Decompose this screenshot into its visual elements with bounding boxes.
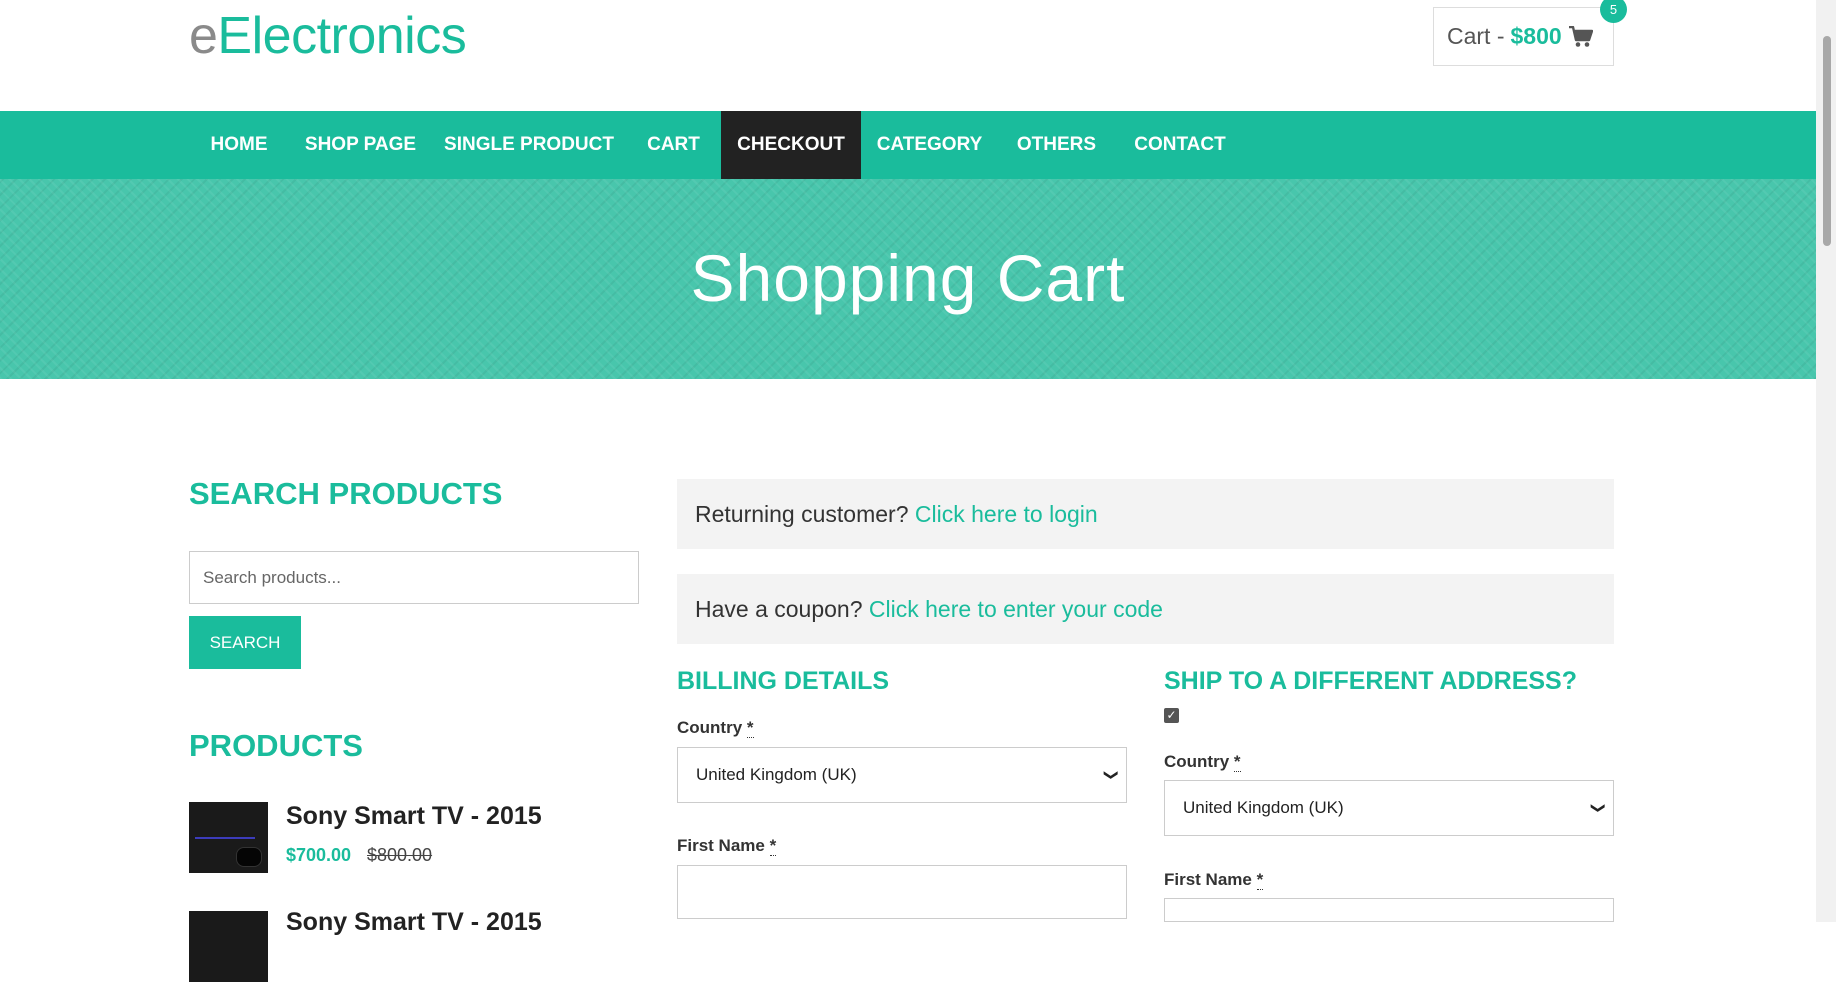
logo-prefix: e <box>189 7 218 65</box>
checkmark-icon: ✓ <box>1166 708 1177 722</box>
shipping-first-name-label-text: First Name <box>1164 870 1252 889</box>
nav-item-home[interactable]: HOME <box>189 111 289 179</box>
nav-item-category[interactable]: CATEGORY <box>861 111 998 179</box>
coupon-text: Have a coupon? <box>695 596 863 622</box>
billing-country-label-text: Country <box>677 718 743 737</box>
shipping-country-select[interactable]: United Kingdom (UK) ❯ <box>1164 780 1614 836</box>
products-widget-title: PRODUCTS <box>189 728 363 763</box>
login-link[interactable]: Click here to login <box>915 501 1098 527</box>
shipping-first-name-label: First Name * <box>1164 870 1264 890</box>
billing-first-name-label: First Name * <box>677 836 777 856</box>
ship-different-address-title: SHIP TO A DIFFERENT ADDRESS? <box>1164 667 1578 695</box>
billing-country-select[interactable]: United Kingdom (UK) ❯ <box>677 747 1127 803</box>
console-highlight <box>195 837 255 839</box>
returning-customer-text: Returning customer? <box>695 501 909 527</box>
main-nav: HOME SHOP PAGE SINGLE PRODUCT CART CHECK… <box>0 111 1816 179</box>
required-mark: * <box>746 718 754 738</box>
search-input[interactable] <box>189 551 639 604</box>
product-thumbnail[interactable] <box>189 802 268 873</box>
required-mark: * <box>1233 752 1241 772</box>
shipping-country-value: United Kingdom (UK) <box>1183 798 1344 817</box>
product-name[interactable]: Sony Smart TV - 2015 <box>286 802 542 831</box>
shipping-country-label-text: Country <box>1164 752 1230 771</box>
billing-country-label: Country * <box>677 718 754 738</box>
nav-item-contact[interactable]: CONTACT <box>1115 111 1245 179</box>
cart-icon <box>1569 26 1593 47</box>
cart-label: Cart - <box>1447 23 1505 49</box>
shipping-first-name-input[interactable] <box>1164 898 1614 922</box>
chevron-down-icon: ❯ <box>1104 769 1121 781</box>
scrollbar-thumb[interactable] <box>1823 36 1831 246</box>
site-logo[interactable]: eElectronics <box>189 6 467 66</box>
required-mark: * <box>1256 870 1264 890</box>
nav-item-cart[interactable]: CART <box>626 111 721 179</box>
nav-item-checkout[interactable]: CHECKOUT <box>721 111 861 179</box>
search-widget-title: SEARCH PRODUCTS <box>189 476 503 511</box>
billing-country-value: United Kingdom (UK) <box>696 765 857 784</box>
product-name[interactable]: Sony Smart TV - 2015 <box>286 908 542 937</box>
cart-count-badge: 5 <box>1600 0 1627 23</box>
coupon-notice: Have a coupon? Click here to enter your … <box>677 574 1614 644</box>
coupon-link[interactable]: Click here to enter your code <box>869 596 1163 622</box>
required-mark: * <box>769 836 777 856</box>
nav-item-single-product[interactable]: SINGLE PRODUCT <box>432 111 626 179</box>
nav-item-shop-page[interactable]: SHOP PAGE <box>289 111 432 179</box>
page-title: Shopping Cart <box>690 241 1126 315</box>
product-price: $700.00 <box>286 845 352 865</box>
logo-main: Electronics <box>217 7 467 65</box>
product-old-price: $800.00 <box>367 845 433 865</box>
ship-different-address-checkbox[interactable]: ✓ <box>1164 708 1179 723</box>
billing-first-name-input[interactable] <box>677 865 1127 919</box>
shipping-country-label: Country * <box>1164 752 1241 772</box>
gamepad-icon <box>236 847 262 867</box>
billing-details-title: BILLING DETAILS <box>677 667 890 695</box>
cart-amount: $800 <box>1510 23 1562 49</box>
returning-customer-notice: Returning customer? Click here to login <box>677 479 1614 549</box>
billing-first-name-label-text: First Name <box>677 836 765 855</box>
search-button[interactable]: SEARCH <box>189 616 301 669</box>
header-cart-button[interactable]: Cart - $800 <box>1433 7 1614 66</box>
chevron-down-icon: ❯ <box>1591 802 1608 814</box>
nav-item-others[interactable]: OTHERS <box>998 111 1115 179</box>
